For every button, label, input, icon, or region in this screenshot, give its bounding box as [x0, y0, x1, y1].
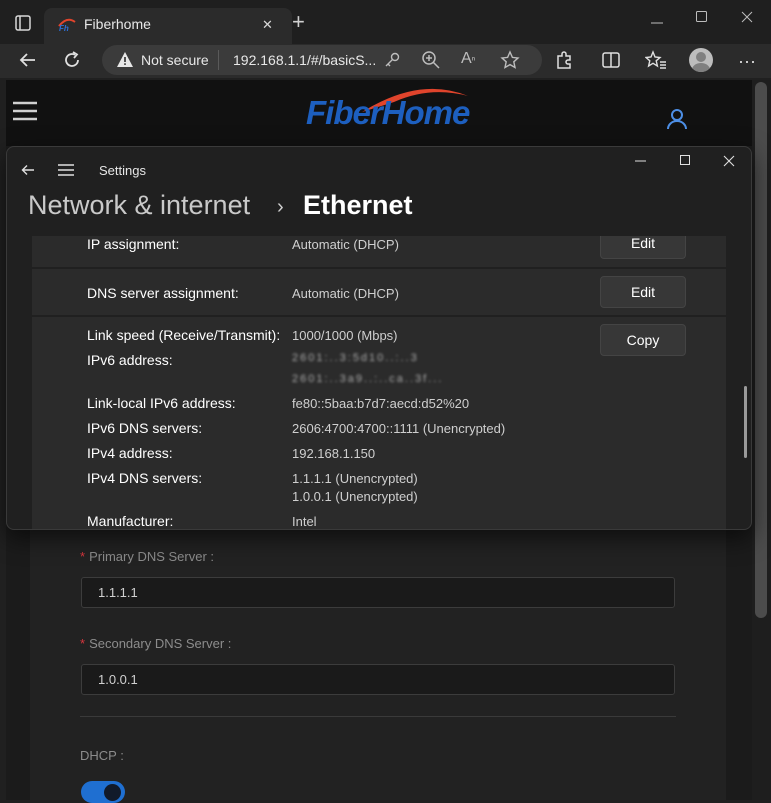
settings-scrollbar[interactable] [744, 386, 747, 458]
breadcrumb-network-internet[interactable]: Network & internet [28, 190, 250, 221]
page-scrollbar-thumb[interactable] [755, 82, 767, 618]
fiberhome-logo: FiberHome [306, 94, 470, 131]
link-speed-label: Link speed (Receive/Transmit): [87, 327, 281, 343]
browser-tab[interactable] [44, 8, 292, 44]
breadcrumb-separator-icon: › [277, 196, 284, 218]
ipv6-dns-label: IPv6 DNS servers: [87, 420, 203, 436]
form-divider [80, 716, 676, 717]
dhcp-label: DHCP : [80, 748, 124, 763]
dns-assignment-value: Automatic (DHCP) [292, 286, 399, 301]
settings-nav-menu-icon[interactable] [58, 163, 74, 182]
page-title: Ethernet [303, 190, 413, 220]
settings-back-icon[interactable] [20, 162, 36, 183]
minimize-window-icon[interactable] [650, 16, 664, 35]
settings-maximize-icon[interactable] [679, 154, 693, 173]
ipv4-dns-value-2: 1.0.0.1 (Unencrypted) [292, 489, 418, 504]
secondary-dns-input[interactable]: 1.0.0.1 [81, 664, 675, 695]
primary-dns-label: * Primary DNS Server : [80, 549, 215, 564]
key-icon[interactable] [383, 51, 401, 74]
ipv6-address-value-redacted-2: 2601:..3a9..:..ca..3f... [292, 373, 444, 383]
copy-properties-button[interactable]: Copy [600, 324, 686, 356]
ipv6-address-value-redacted: 2601:..3:5d10..:..3 [292, 352, 419, 364]
ipv6-dns-value: 2606:4700:4700::1111 (Unencrypted) [292, 421, 506, 436]
fiberhome-favicon-icon: Fh [58, 16, 76, 37]
close-window-icon[interactable] [740, 10, 754, 29]
read-aloud-icon[interactable]: Aⁿ [461, 50, 475, 68]
back-icon[interactable] [18, 50, 38, 75]
link-speed-value: 1000/1000 (Mbps) [292, 328, 398, 343]
more-menu-icon[interactable]: ··· [738, 51, 756, 72]
link-local-ipv6-label: Link-local IPv6 address: [87, 395, 236, 411]
zoom-icon[interactable] [421, 50, 441, 75]
maximize-window-icon[interactable] [695, 10, 709, 29]
ipv4-address-value: 192.168.1.150 [292, 446, 376, 461]
ipv4-dns-value-1: 1.1.1.1 (Unencrypted) [292, 471, 418, 486]
dns-assignment-label: DNS server assignment: [87, 285, 239, 301]
favorites-icon[interactable] [644, 50, 667, 75]
ipv4-address-label: IPv4 address: [87, 445, 173, 461]
manufacturer-value: Intel [292, 514, 317, 529]
tab-title: Fiberhome [84, 16, 151, 32]
not-secure-label[interactable]: Not secure [141, 52, 209, 68]
ipv4-dns-label: IPv4 DNS servers: [87, 470, 203, 486]
settings-window-title: Settings [99, 163, 146, 178]
ip-assignment-label: IP assignment: [87, 236, 180, 252]
settings-minimize-icon[interactable] [634, 154, 648, 173]
svg-text:Fh: Fh [59, 24, 69, 32]
ipv6-address-label: IPv6 address: [87, 352, 173, 368]
profile-avatar-icon[interactable] [689, 48, 713, 72]
settings-close-icon[interactable] [722, 154, 736, 173]
user-account-icon[interactable] [666, 108, 688, 135]
ip-assignment-edit-button[interactable]: Edit [600, 236, 686, 259]
refresh-icon[interactable] [62, 50, 82, 75]
secondary-dns-label: * Secondary DNS Server : [80, 636, 232, 651]
hamburger-menu-icon[interactable] [13, 101, 37, 126]
close-tab-icon[interactable]: ✕ [262, 16, 273, 34]
ip-assignment-value: Automatic (DHCP) [292, 237, 399, 252]
split-screen-icon[interactable] [601, 50, 621, 75]
tab-actions-icon[interactable] [14, 14, 32, 35]
favorite-star-icon[interactable] [500, 50, 520, 75]
dns-assignment-edit-button[interactable]: Edit [600, 276, 686, 308]
url-text[interactable]: 192.168.1.1/#/basicS... [233, 52, 376, 68]
extensions-icon[interactable] [554, 50, 574, 75]
link-local-ipv6-value: fe80::5baa:b7d7:aecd:d52%20 [292, 396, 470, 411]
url-divider [218, 50, 219, 70]
manufacturer-label: Manufacturer: [87, 513, 174, 529]
new-tab-icon[interactable]: + [292, 11, 305, 33]
primary-dns-input[interactable]: 1.1.1.1 [81, 577, 675, 608]
dhcp-toggle-knob[interactable] [104, 784, 121, 801]
warning-icon[interactable] [116, 51, 134, 73]
